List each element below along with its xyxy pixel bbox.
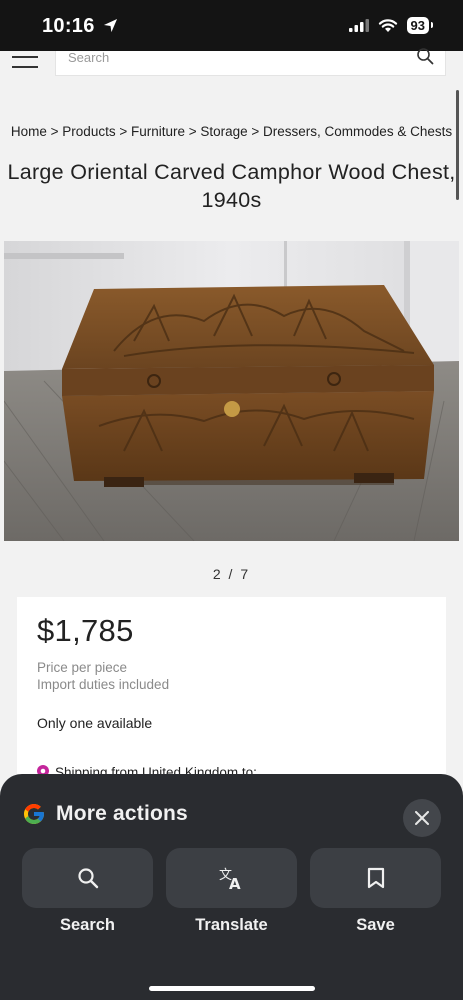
- save-action-button[interactable]: [310, 848, 441, 908]
- signal-icon: [348, 19, 369, 32]
- close-icon: [415, 811, 429, 825]
- hamburger-menu-icon[interactable]: [12, 54, 38, 76]
- status-bar: 10:16 93: [0, 0, 463, 51]
- search-icon: [77, 868, 98, 889]
- battery-indicator: 93: [406, 17, 434, 34]
- image-counter: 2 / 7: [212, 566, 251, 582]
- import-duties-note: Import duties included: [37, 677, 170, 692]
- availability-text: Only one available: [37, 715, 153, 731]
- price-note: Price per piece Import duties included: [37, 659, 169, 693]
- sheet-header: More actions: [22, 802, 188, 826]
- location-arrow-icon: [103, 18, 117, 33]
- translate-action-label: Translate: [195, 916, 268, 934]
- close-button[interactable]: [403, 799, 441, 837]
- price-per-piece: Price per piece: [37, 660, 128, 675]
- wifi-icon: [378, 19, 397, 32]
- home-indicator[interactable]: [149, 986, 315, 991]
- translate-icon: 文 A: [219, 868, 241, 891]
- status-icons: 93: [348, 17, 434, 34]
- breadcrumb[interactable]: Home > Products > Furniture > Storage > …: [10, 123, 453, 140]
- search-action-label: Search: [59, 916, 116, 934]
- page-title: Large Oriental Carved Camphor Wood Chest…: [7, 160, 456, 212]
- google-g-icon: [24, 804, 44, 824]
- status-time: 10:16: [42, 15, 118, 38]
- price: $1,785: [37, 613, 134, 648]
- carved-chest-photo: [4, 241, 459, 541]
- translate-action-button[interactable]: 文 A: [166, 848, 297, 908]
- search-action-button[interactable]: [22, 848, 153, 908]
- sheet-title: More actions: [56, 802, 188, 825]
- site-header: [0, 48, 463, 87]
- product-image[interactable]: [4, 241, 459, 541]
- more-actions-sheet: More actions Search 文 A Translate Save: [0, 774, 463, 1000]
- search-input[interactable]: [66, 49, 400, 66]
- svg-text:A: A: [229, 875, 241, 891]
- bookmark-icon: [367, 867, 384, 889]
- search-icon[interactable]: [416, 47, 434, 65]
- search-box[interactable]: [55, 48, 446, 76]
- save-action-label: Save: [356, 916, 395, 934]
- time-text: 10:16: [42, 15, 95, 37]
